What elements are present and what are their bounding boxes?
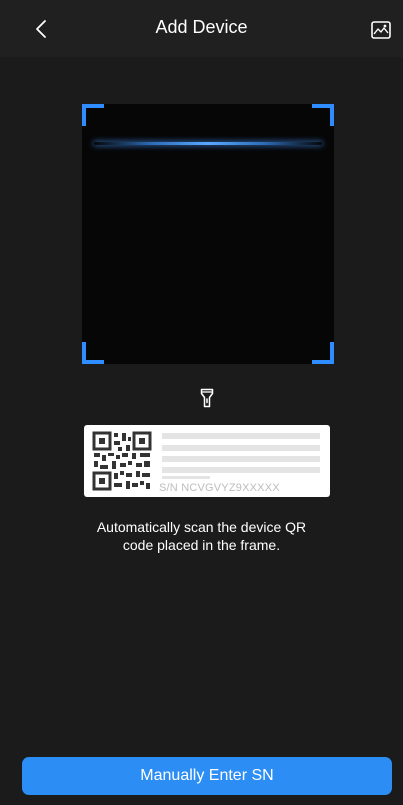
label-placeholder-line [162,467,320,473]
sample-sn-text: S/N NCVGVYZ9XXXXX [159,482,280,494]
instruction-line-1: Automatically scan the device QR [96,519,307,535]
label-placeholder-line [162,445,320,451]
label-placeholder-line [162,476,210,479]
top-bar: Add Device [0,0,403,57]
manually-enter-sn-button[interactable]: Manually Enter SN [22,757,392,795]
frame-corner-top-left [82,104,104,126]
frame-corner-bottom-right [312,342,334,364]
flashlight-button[interactable] [197,386,217,410]
label-placeholder-line [162,456,320,462]
frame-corner-bottom-left [82,342,104,364]
frame-corner-top-right [312,104,334,126]
back-button[interactable] [30,16,52,42]
gallery-button[interactable] [370,19,392,41]
chevron-left-icon [36,20,46,38]
image-icon [371,21,391,39]
qr-code-icon [92,431,152,491]
flashlight-icon [200,388,214,408]
page-title: Add Device [155,17,248,37]
label-placeholder-line [162,433,320,439]
scan-line [94,142,322,145]
sample-device-label: S/N NCVGVYZ9XXXXX [84,425,330,497]
scan-frame [82,104,334,364]
scan-instruction: Automatically scan the device QR code pl… [40,518,363,554]
instruction-line-2: code placed in the frame. [122,537,281,553]
